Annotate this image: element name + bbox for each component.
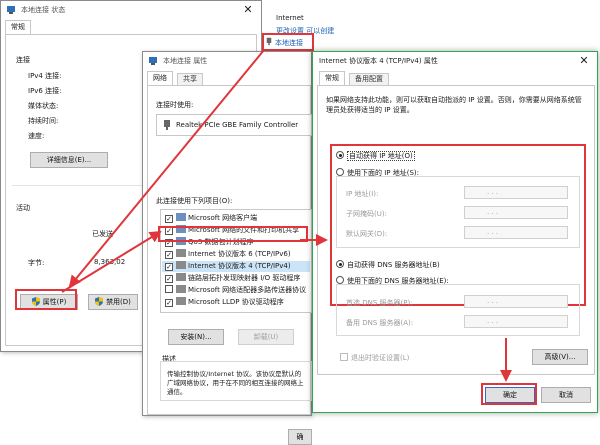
bytes-label: 字节: — [28, 259, 45, 267]
adapter-box: Realtek PCIe GBE Family Controller — [156, 114, 312, 136]
list-item[interactable]: ✓ Microsoft LLDP 协议驱动程序 — [165, 297, 284, 308]
tab-alternate[interactable]: 备用配置 — [349, 73, 389, 85]
highlight-properties-button — [15, 289, 77, 310]
network-adapter-icon — [176, 249, 186, 257]
tab-general[interactable]: 常规 — [319, 71, 345, 85]
highlight-local-connection — [262, 33, 314, 51]
disable-button-label: 禁用(D) — [106, 298, 131, 306]
ip-address-input[interactable]: . . . — [464, 186, 568, 199]
details-button[interactable]: 详细信息(E)... — [30, 152, 108, 168]
speed-label: 速度: — [28, 132, 45, 140]
checkbox[interactable]: ✓ — [165, 299, 173, 307]
status-window-title: 本地连接 状态 — [21, 6, 66, 14]
description-text: 传输控制协议/Internet 协议。该协议是默认的广域网络协议，用于在不同的相… — [167, 370, 304, 396]
checkbox[interactable]: ✓ — [165, 251, 173, 259]
validate-checkbox[interactable]: 退出时验证设置(L) — [340, 353, 409, 363]
auto-dns-radio[interactable]: 自动获得 DNS 服务器地址(B) — [336, 260, 440, 270]
status-window-titlebar[interactable]: 本地连接 状态 ✕ — [1, 1, 261, 19]
manual-dns-group — [336, 284, 580, 336]
items-list: ✓ Microsoft 网络客户端 ✓ Microsoft 网络的文件和打印机共享 … — [160, 209, 312, 313]
media-state-label: 媒体状态: — [28, 102, 59, 110]
gateway-input[interactable]: . . . — [464, 226, 568, 239]
network-icon — [149, 57, 157, 65]
tab-general[interactable]: 常规 — [5, 20, 31, 34]
connect-using-label: 连接时使用: — [156, 101, 194, 109]
radio[interactable] — [336, 260, 344, 268]
list-item[interactable]: Microsoft 网络适配器多路传送器协议 — [165, 285, 306, 296]
ipv4-window: Internet 协议版本 4 (TCP/IPv4) 属性 ✕ 常规 备用配置 … — [312, 51, 598, 413]
network-adapter-icon — [176, 213, 186, 221]
properties-window-title: 本地连接 属性 — [163, 57, 208, 65]
section-connection: 连接 — [16, 56, 30, 64]
description-box: 传输控制协议/Internet 协议。该协议是默认的广域网络协议，用于在不同的相… — [160, 361, 312, 401]
checkbox[interactable]: ✓ — [165, 215, 173, 223]
preferred-dns-label: 首选 DNS 服务器(P): — [346, 299, 413, 307]
ok-button-partial[interactable]: 确 — [288, 429, 312, 445]
radio[interactable] — [336, 168, 344, 176]
highlight-ipv4-item — [158, 226, 308, 242]
adapter-name: Realtek PCIe GBE Family Controller — [176, 121, 299, 129]
ipv4-window-title: Internet 协议版本 4 (TCP/IPv4) 属性 — [319, 57, 438, 65]
advanced-button[interactable]: 高级(V)... — [532, 349, 588, 365]
uninstall-button[interactable]: 卸载(U) — [238, 329, 294, 345]
items-label: 此连接使用下列项目(O): — [156, 197, 233, 205]
tab-sharing[interactable]: 共享 — [177, 73, 203, 85]
sent-label: 已发送 — [92, 230, 113, 238]
preferred-dns-input[interactable]: . . . — [464, 295, 568, 308]
network-adapter-icon — [164, 120, 170, 130]
checkbox[interactable]: ✓ — [165, 263, 173, 271]
subnet-mask-label: 子网掩码(U): — [346, 210, 387, 218]
list-item[interactable]: ✓ Internet 协议版本 6 (TCP/IPv6) — [165, 249, 291, 260]
shield-icon — [95, 297, 104, 306]
list-item[interactable]: ✓ 链路层拓扑发现映射器 I/O 驱动程序 — [165, 273, 300, 284]
disable-button[interactable]: 禁用(D) — [88, 294, 138, 310]
subnet-mask-input[interactable]: . . . — [464, 206, 568, 219]
network-adapter-icon — [176, 297, 186, 305]
ipv4-window-titlebar[interactable]: Internet 协议版本 4 (TCP/IPv4) 属性 ✕ — [313, 52, 597, 70]
network-connections-title: Internet — [276, 14, 304, 22]
tab-network[interactable]: 网络 — [147, 71, 173, 85]
section-activity: 活动 — [16, 204, 30, 212]
network-adapter-icon — [176, 285, 186, 293]
checkbox[interactable]: ✓ — [165, 275, 173, 283]
radio[interactable] — [336, 276, 344, 284]
highlight-ok-button — [481, 383, 537, 405]
properties-window-titlebar[interactable]: 本地连接 属性 — [143, 52, 311, 70]
checkbox[interactable] — [165, 285, 173, 293]
network-adapter-icon — [176, 273, 186, 281]
close-icon[interactable]: ✕ — [577, 54, 591, 68]
bytes-value: 8,363,02 — [94, 258, 126, 266]
intro-text: 如果网络支持此功能，则可以获取自动指派的 IP 设置。否则，你需要从网络系统管理… — [326, 96, 582, 114]
checkbox[interactable] — [340, 353, 348, 361]
auto-ip-radio[interactable]: 自动获得 IP 地址(O) — [336, 151, 415, 161]
close-icon[interactable]: ✕ — [241, 3, 255, 17]
list-item[interactable]: ✓ Microsoft 网络客户端 — [165, 213, 257, 224]
alternate-dns-label: 备用 DNS 服务器(A): — [346, 319, 414, 327]
ipv4-panel: 如果网络支持此功能，则可以获取自动指派的 IP 设置。否则，你需要从网络系统管理… — [317, 85, 595, 375]
list-item-selected[interactable]: ✓ Internet 协议版本 4 (TCP/IPv4) — [162, 261, 310, 272]
ipv4-label: IPv4 连接: — [28, 72, 62, 80]
network-icon — [7, 6, 15, 14]
network-adapter-icon — [176, 261, 186, 269]
install-button[interactable]: 安装(N)... — [168, 329, 224, 345]
radio[interactable] — [336, 151, 344, 159]
properties-panel: 连接时使用: Realtek PCIe GBE Family Controlle… — [147, 85, 312, 445]
gateway-label: 默认网关(D): — [346, 230, 388, 238]
duration-label: 持续时间: — [28, 117, 59, 125]
ip-address-label: IP 地址(I): — [346, 190, 379, 198]
ipv6-label: IPv6 连接: — [28, 87, 62, 95]
cancel-button[interactable]: 取消 — [541, 387, 591, 403]
alternate-dns-input[interactable]: . . . — [464, 315, 568, 328]
